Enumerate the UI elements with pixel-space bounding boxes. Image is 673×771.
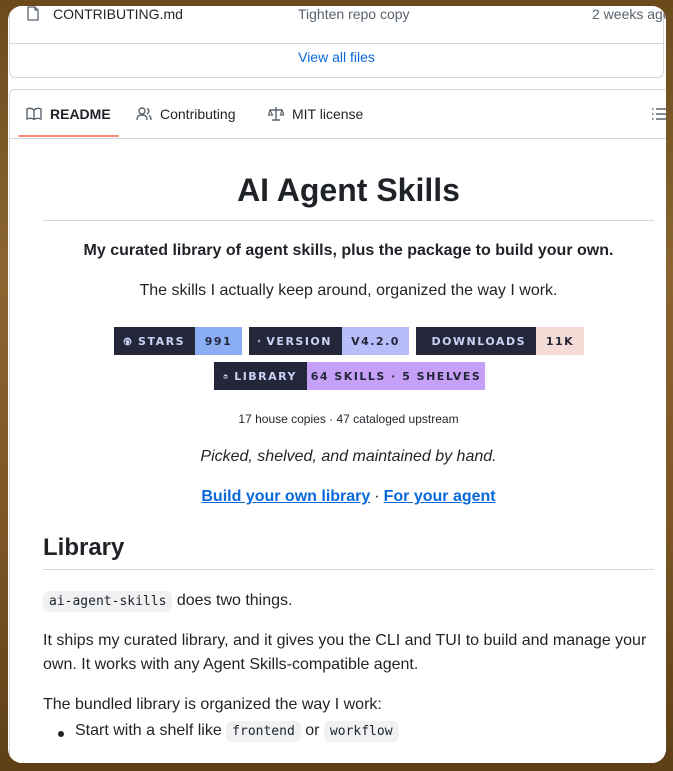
readme-subtitle: The skills I actually keep around, organ…	[139, 282, 558, 299]
downloads-badge[interactable]: DOWNLOADS 11K	[416, 327, 584, 355]
badge-label: LIBRARY	[234, 369, 297, 383]
tab-license[interactable]: MIT license	[268, 90, 363, 138]
badge-value: 64 SKILLS · 5 SHELVES	[307, 362, 485, 390]
layers-icon	[223, 373, 228, 379]
badge-value: V4.2.0	[342, 327, 409, 355]
outline-list-icon[interactable]	[651, 106, 666, 122]
readme-tagline: My curated library of agent skills, plus…	[83, 242, 614, 259]
library-heading: Library	[43, 534, 125, 561]
description-paragraph: It ships my curated library, and it give…	[43, 632, 647, 673]
people-icon	[136, 107, 152, 121]
intro-paragraph: ai-agent-skills does two things.	[43, 589, 654, 614]
link-separator: ·	[374, 488, 380, 505]
stars-badge[interactable]: STARS 991	[114, 327, 242, 355]
tab-label: README	[50, 106, 111, 122]
paragraph-text: does two things.	[172, 592, 293, 609]
badge-value: 11K	[536, 327, 584, 355]
readme-tabs: README Contributing MIT license	[10, 90, 666, 139]
commit-message[interactable]: Tighten repo copy	[298, 6, 410, 22]
tab-label: MIT license	[292, 106, 364, 122]
readme-title: AI Agent Skills	[237, 172, 460, 208]
divider	[43, 220, 654, 221]
commit-date: 2 weeks ago	[592, 6, 666, 22]
catalog-counts: 17 house copies · 47 cataloged upstream	[238, 412, 459, 426]
for-agent-link[interactable]: For your agent	[384, 488, 496, 505]
file-name[interactable]: CONTRIBUTING.md	[53, 6, 183, 22]
law-scale-icon	[268, 107, 284, 121]
shelf-code: workflow	[323, 721, 399, 742]
version-badge[interactable]: VERSION V4.2.0	[249, 327, 409, 355]
badge-label: DOWNLOADS	[431, 334, 526, 348]
file-row[interactable]: CONTRIBUTING.md Tighten repo copy 2 week…	[10, 6, 666, 44]
tab-label: Contributing	[160, 106, 236, 122]
badge-value: 991	[195, 327, 242, 355]
npm-icon	[258, 339, 261, 343]
book-icon	[26, 107, 42, 121]
github-window: CONTRIBUTING.md Tighten repo copy 2 week…	[8, 6, 666, 763]
tab-contributing[interactable]: Contributing	[136, 90, 236, 138]
badge-label: STARS	[138, 334, 185, 348]
file-list: CONTRIBUTING.md Tighten repo copy 2 week…	[9, 6, 666, 78]
active-tab-indicator	[18, 135, 119, 137]
badge-label: VERSION	[266, 334, 332, 348]
list-item: Start with a shelf like frontend or work…	[58, 721, 399, 742]
file-icon	[27, 6, 39, 21]
readme-links: Build your own library · For your agent	[43, 488, 654, 506]
shelf-code: frontend	[226, 721, 301, 742]
github-icon	[123, 337, 132, 345]
divider	[43, 569, 654, 570]
readme-panel: README Contributing MIT license AI Agent…	[9, 89, 666, 763]
tab-readme[interactable]: README	[26, 90, 111, 138]
package-name-code: ai-agent-skills	[43, 591, 173, 612]
library-badge[interactable]: LIBRARY 64 SKILLS · 5 SHELVES	[214, 362, 485, 390]
organization-paragraph: The bundled library is organized the way…	[43, 696, 382, 713]
list-item-text: Start with a shelf like	[75, 722, 227, 739]
maintained-note: Picked, shelved, and maintained by hand.	[200, 448, 497, 465]
view-all-files-link[interactable]: View all files	[10, 49, 663, 65]
list-item-text: or	[300, 722, 324, 739]
build-library-link[interactable]: Build your own library	[201, 488, 370, 505]
